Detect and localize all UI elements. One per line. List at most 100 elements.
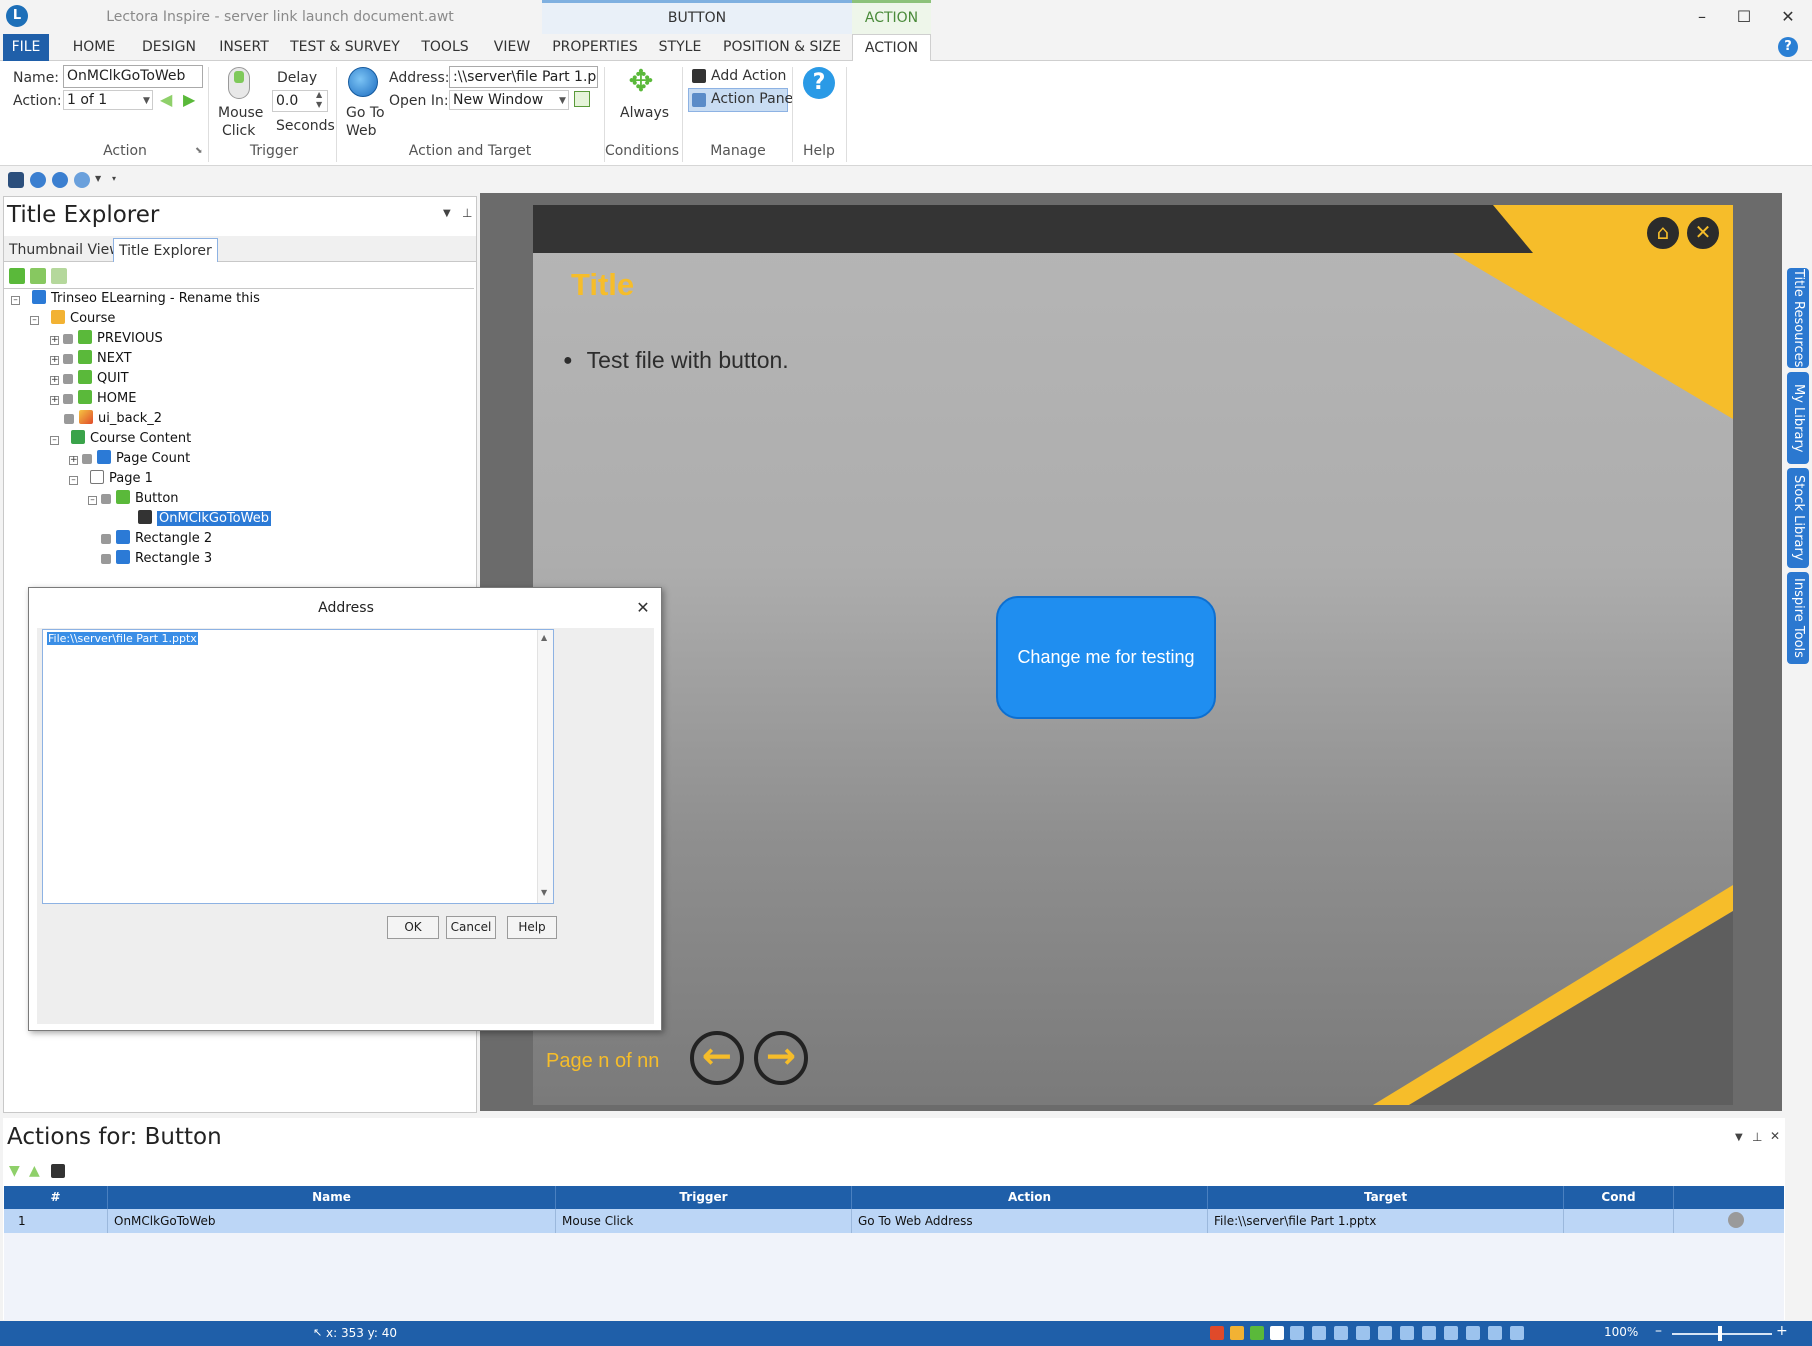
next-arrow-icon[interactable]: → — [754, 1031, 808, 1085]
always-label[interactable]: Always — [620, 105, 669, 121]
delete-action-icon[interactable] — [1728, 1212, 1744, 1228]
tree-node-page-count[interactable]: + Page Count — [69, 449, 190, 469]
move-up-icon[interactable]: ▲ — [29, 1163, 40, 1179]
align-top-icon[interactable] — [1378, 1326, 1392, 1340]
align-left-icon[interactable] — [1312, 1326, 1326, 1340]
cell-cond[interactable] — [1564, 1209, 1674, 1233]
help-icon[interactable]: ? — [803, 67, 835, 99]
chevron-down-icon[interactable]: ▼ — [143, 96, 150, 106]
action-select[interactable]: 1 of 1 — [63, 90, 153, 110]
align-bottom-icon[interactable] — [1422, 1326, 1436, 1340]
size-both-icon[interactable] — [1510, 1326, 1524, 1340]
scroll-up-icon[interactable]: ▲ — [541, 633, 547, 642]
undo-icon[interactable] — [30, 172, 46, 188]
goto-line2-label[interactable]: Web — [346, 123, 377, 139]
cell-trigger[interactable]: Mouse Click — [556, 1209, 852, 1233]
tree-node-button[interactable]: – Button — [88, 489, 179, 509]
maximize-button[interactable]: ☐ — [1722, 0, 1766, 34]
cancel-button[interactable]: Cancel — [446, 916, 496, 939]
column-header-trigger[interactable]: Trigger — [556, 1186, 852, 1209]
minimize-button[interactable]: – — [1680, 0, 1724, 34]
column-header-target[interactable]: Target — [1208, 1186, 1564, 1209]
tab-title-explorer[interactable]: Title Explorer — [113, 238, 218, 262]
preview-icon[interactable] — [1250, 1326, 1264, 1340]
tab-insert[interactable]: INSERT — [214, 34, 274, 61]
side-tab-my-library[interactable]: My Library — [1787, 372, 1809, 464]
column-header-name[interactable]: Name — [108, 1186, 556, 1209]
tree-node-course[interactable]: – Course — [30, 309, 115, 329]
zoom-slider-thumb[interactable] — [1718, 1326, 1722, 1341]
distribute-icon[interactable] — [1444, 1326, 1458, 1340]
size-width-icon[interactable] — [1466, 1326, 1480, 1340]
cell-name[interactable]: OnMClkGoToWeb — [108, 1209, 556, 1233]
action-pane-label[interactable]: Action Pane — [711, 91, 793, 107]
chevron-down-icon[interactable]: ▼ — [1735, 1132, 1743, 1143]
cell-action[interactable]: Go To Web Address — [852, 1209, 1208, 1233]
save-icon[interactable] — [8, 172, 24, 188]
tree-node-course-content[interactable]: – Course Content — [50, 429, 191, 449]
slide-bullet-text[interactable]: ● Test file with button. — [563, 347, 789, 374]
close-icon[interactable]: ✕ — [633, 598, 653, 617]
side-tab-title-resources[interactable]: Title Resources — [1787, 268, 1809, 368]
tree-node-quit[interactable]: + QUIT — [50, 369, 129, 389]
pin-icon[interactable]: ⊥ — [462, 206, 472, 220]
close-icon[interactable]: ✕ — [1685, 215, 1721, 251]
tab-test-survey[interactable]: TEST & SURVEY — [290, 34, 400, 61]
previous-arrow-icon[interactable]: ← — [690, 1031, 744, 1085]
tree-node-next[interactable]: + NEXT — [50, 349, 132, 369]
tab-design[interactable]: DESIGN — [138, 34, 200, 61]
close-button[interactable]: ✕ — [1766, 0, 1810, 34]
action-name-input[interactable]: OnMClkGoToWeb — [63, 65, 203, 88]
tree-node-title[interactable]: – Trinseo ELearning - Rename this — [11, 289, 260, 309]
slide-title[interactable]: Title — [571, 267, 634, 303]
cell-delete[interactable] — [1674, 1209, 1784, 1233]
align-right-icon[interactable] — [1356, 1326, 1370, 1340]
cell-target[interactable]: File:\\server\file Part 1.pptx — [1208, 1209, 1564, 1233]
tab-position-size[interactable]: POSITION & SIZE — [722, 34, 842, 61]
tree-node-home[interactable]: + HOME — [50, 389, 136, 409]
add-page-icon[interactable] — [9, 268, 25, 284]
add-action-button[interactable]: Add Action — [711, 68, 786, 84]
tab-view[interactable]: VIEW — [490, 34, 534, 61]
column-header-num[interactable]: # — [4, 1186, 108, 1209]
pin-icon[interactable]: ⊥ — [1752, 1130, 1762, 1144]
page-indicator[interactable]: Page n of nn — [546, 1050, 659, 1073]
add-chapter-icon[interactable] — [30, 268, 46, 284]
edit-window-icon[interactable] — [574, 91, 590, 107]
mouse-icon[interactable] — [228, 67, 250, 99]
always-arrows-icon[interactable]: ✥ — [624, 65, 658, 99]
close-icon[interactable]: ✕ — [1770, 1129, 1780, 1143]
gear-icon[interactable] — [74, 172, 90, 188]
tab-file[interactable]: FILE — [3, 34, 49, 61]
textarea-scrollbar[interactable] — [537, 630, 553, 903]
move-down-icon[interactable]: ▼ — [9, 1163, 20, 1179]
chevron-down-icon[interactable]: ▼ — [443, 208, 451, 219]
tree-node-rectangle-2[interactable]: Rectangle 2 — [101, 529, 212, 549]
spinner-icon[interactable]: ▲ ▼ — [316, 90, 322, 110]
tab-thumbnail-view[interactable]: Thumbnail View — [4, 238, 126, 262]
zoom-out-icon[interactable]: – — [1655, 1323, 1662, 1339]
table-row[interactable]: 1 OnMClkGoToWeb Mouse Click Go To Web Ad… — [4, 1209, 1784, 1233]
chevron-down-icon[interactable]: ▼ — [559, 96, 566, 106]
goto-line1-label[interactable]: Go To — [346, 105, 385, 121]
spell-check-icon[interactable] — [1210, 1326, 1224, 1340]
add-action-icon[interactable] — [51, 1164, 65, 1178]
trigger-mouse-label[interactable]: Mouse — [218, 105, 263, 121]
open-in-select[interactable]: New Window — [449, 90, 569, 110]
trigger-click-label[interactable]: Click — [222, 123, 255, 139]
chevron-down-icon[interactable]: ▼ — [95, 174, 101, 183]
zoom-slider[interactable] — [1672, 1333, 1772, 1335]
tree-node-page-1[interactable]: – Page 1 — [69, 469, 153, 489]
globe-icon[interactable] — [348, 67, 378, 97]
size-height-icon[interactable] — [1488, 1326, 1502, 1340]
scroll-down-icon[interactable]: ▼ — [541, 888, 547, 897]
tree-node-ui-back[interactable]: ui_back_2 — [64, 409, 162, 429]
side-tab-stock-library[interactable]: Stock Library — [1787, 468, 1809, 568]
align-middle-icon[interactable] — [1400, 1326, 1414, 1340]
slide-action-button[interactable]: Change me for testing — [996, 596, 1216, 719]
align-center-icon[interactable] — [1334, 1326, 1348, 1340]
tab-style[interactable]: STYLE — [654, 34, 706, 61]
side-tab-inspire-tools[interactable]: Inspire Tools — [1787, 572, 1809, 664]
tab-action[interactable]: ACTION — [852, 34, 931, 62]
tab-properties[interactable]: PROPERTIES — [552, 34, 638, 61]
